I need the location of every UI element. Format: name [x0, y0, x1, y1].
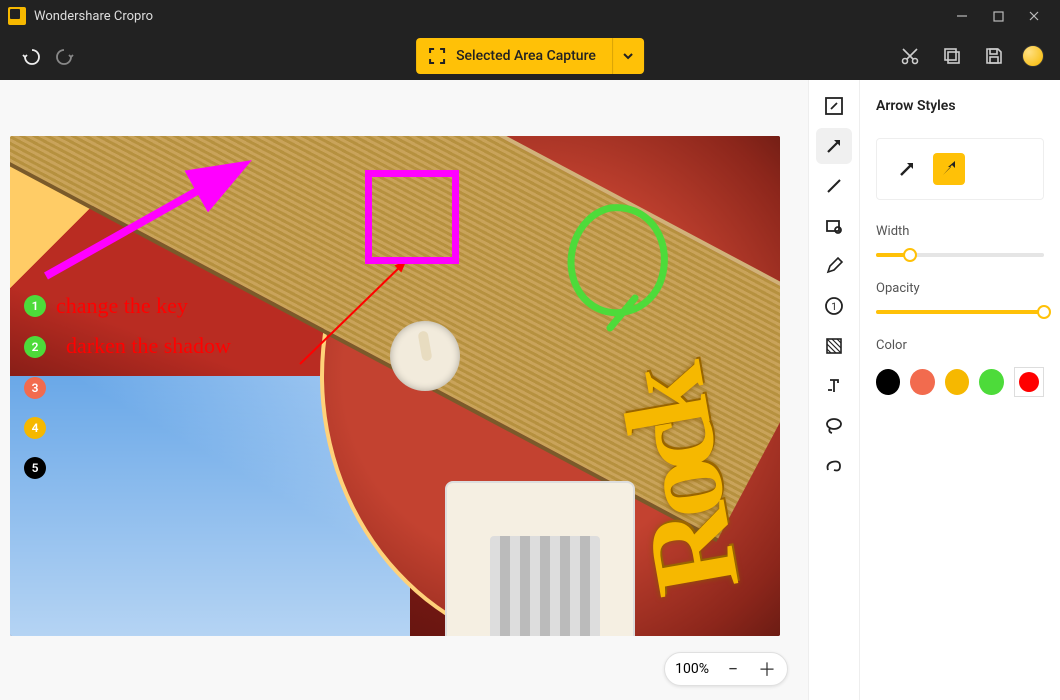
- main-area: Rock change the key darken the shadow 1 …: [0, 80, 1060, 700]
- cut-button[interactable]: [896, 42, 924, 70]
- annotation-number-5[interactable]: 5: [24, 457, 46, 479]
- panel-title: Arrow Styles: [876, 98, 1044, 114]
- blur-icon: [824, 336, 844, 356]
- line-icon: [824, 176, 844, 196]
- arrow-icon: [824, 136, 844, 156]
- shape-icon: [824, 216, 844, 236]
- edit-icon: [824, 96, 844, 116]
- window-close-button[interactable]: [1016, 0, 1052, 32]
- annotation-number-1[interactable]: 1: [24, 295, 46, 317]
- titlebar: Wondershare Cropro: [0, 0, 1060, 32]
- tool-line[interactable]: [816, 168, 852, 204]
- text-style-icon: [824, 376, 844, 396]
- color-custom[interactable]: [1014, 367, 1044, 397]
- color-coral[interactable]: [910, 369, 934, 395]
- width-label: Width: [876, 224, 1044, 239]
- redo-button[interactable]: [52, 42, 80, 70]
- zoom-in-button[interactable]: ＋: [757, 659, 777, 679]
- arrow-bold-icon: [939, 159, 959, 179]
- arrow-plain-icon: [897, 159, 917, 179]
- freehand-icon: [824, 456, 844, 476]
- zoom-out-button[interactable]: −: [723, 659, 743, 679]
- svg-text:1: 1: [831, 302, 837, 313]
- width-slider[interactable]: [876, 253, 1044, 257]
- zoom-control: 100% − ＋: [664, 652, 788, 686]
- bg-pickup: [490, 536, 600, 636]
- canvas-area[interactable]: Rock change the key darken the shadow 1 …: [0, 80, 808, 700]
- color-black[interactable]: [876, 369, 900, 395]
- save-button[interactable]: [980, 42, 1008, 70]
- lasso-icon: [824, 416, 844, 436]
- tool-edit[interactable]: [816, 88, 852, 124]
- color-green[interactable]: [979, 369, 1003, 395]
- tool-column: 1: [808, 80, 860, 700]
- arrow-style-plain[interactable]: [891, 153, 923, 185]
- canvas-image[interactable]: Rock change the key darken the shadow 1 …: [10, 136, 780, 636]
- capture-mode-button[interactable]: Selected Area Capture: [416, 38, 644, 74]
- number-icon: 1: [824, 296, 844, 316]
- capture-mode-label: Selected Area Capture: [456, 48, 596, 64]
- tool-shape[interactable]: [816, 208, 852, 244]
- annotation-arrow-pink[interactable]: [38, 156, 268, 286]
- tool-lasso[interactable]: [816, 408, 852, 444]
- pencil-icon: [824, 256, 844, 276]
- window-minimize-button[interactable]: [944, 0, 980, 32]
- color-yellow[interactable]: [945, 369, 969, 395]
- undo-button[interactable]: [16, 42, 44, 70]
- copy-button[interactable]: [938, 42, 966, 70]
- window-maximize-button[interactable]: [980, 0, 1016, 32]
- user-avatar[interactable]: [1022, 45, 1044, 67]
- color-row: [876, 367, 1044, 397]
- app-title: Wondershare Cropro: [34, 9, 153, 24]
- zoom-level: 100%: [675, 661, 709, 677]
- annotation-number-4[interactable]: 4: [24, 417, 46, 439]
- arrow-style-swatches: [876, 138, 1044, 200]
- tool-text-style[interactable]: [816, 368, 852, 404]
- annotation-number-2[interactable]: 2: [24, 336, 46, 358]
- chevron-down-icon: [622, 50, 634, 62]
- crop-corners-icon: [428, 47, 446, 65]
- tool-blur[interactable]: [816, 328, 852, 364]
- opacity-label: Opacity: [876, 281, 1044, 296]
- annotation-number-3[interactable]: 3: [24, 377, 46, 399]
- capture-mode-dropdown[interactable]: [612, 38, 644, 74]
- app-logo-icon: [8, 7, 26, 25]
- toolbar: Selected Area Capture: [0, 32, 1060, 80]
- tool-number[interactable]: 1: [816, 288, 852, 324]
- side-panel: Arrow Styles Width Opacity: [860, 80, 1060, 700]
- tool-pencil[interactable]: [816, 248, 852, 284]
- annotation-arrow-red[interactable]: [290, 254, 430, 374]
- color-label: Color: [876, 338, 1044, 353]
- annotation-text-1[interactable]: change the key: [56, 293, 188, 319]
- tool-arrow[interactable]: [816, 128, 852, 164]
- annotation-text-2[interactable]: darken the shadow: [66, 333, 231, 359]
- arrow-style-bold[interactable]: [933, 153, 965, 185]
- annotation-freehand-circle[interactable]: [550, 198, 680, 338]
- tool-freehand[interactable]: [816, 448, 852, 484]
- annotation-rectangle[interactable]: [365, 170, 459, 264]
- opacity-slider[interactable]: [876, 310, 1044, 314]
